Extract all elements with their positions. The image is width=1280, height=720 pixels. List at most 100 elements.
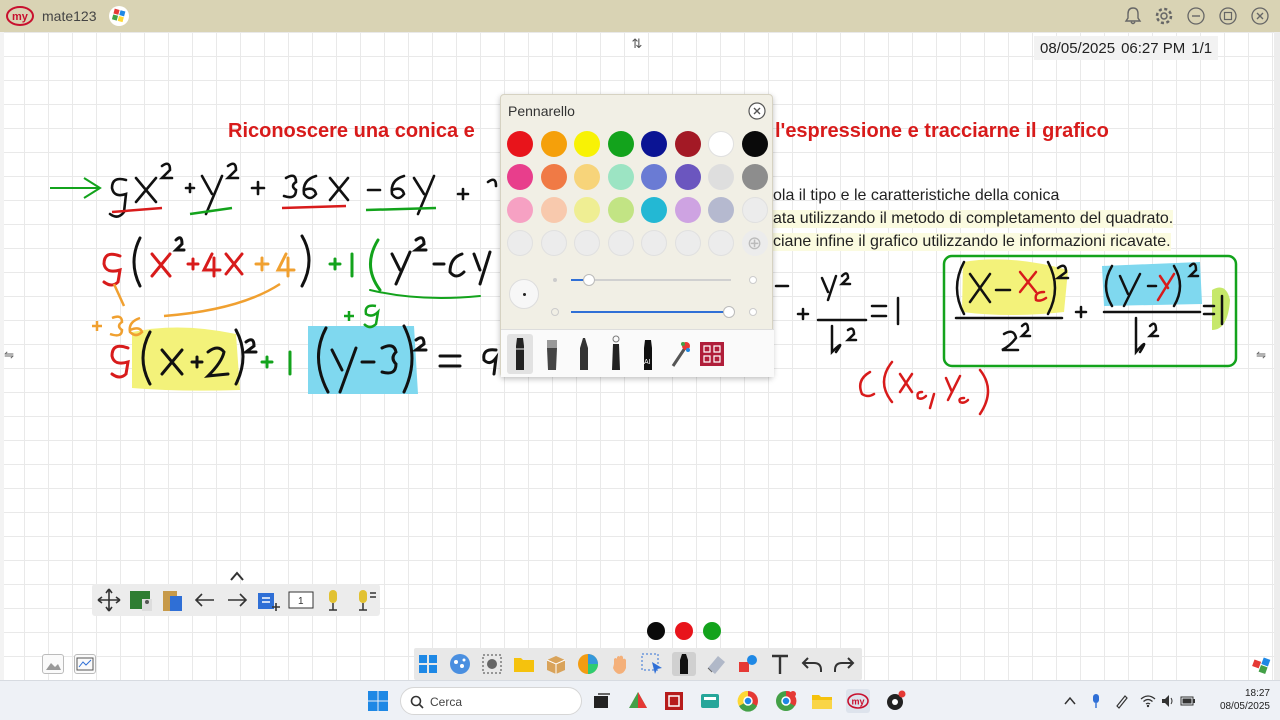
presentation-app-icon[interactable]: [662, 689, 686, 713]
windows-menu-icon[interactable]: [416, 652, 440, 676]
fine-pen-icon[interactable]: [571, 334, 597, 374]
os-taskbar: Cerca my 18:27 08/05/2025: [0, 680, 1280, 720]
start-icon[interactable]: [366, 689, 390, 713]
swatch-light-gray[interactable]: [708, 164, 734, 190]
add-page-icon[interactable]: [256, 587, 282, 613]
app-colorful-icon[interactable]: [626, 689, 650, 713]
swatch-lime[interactable]: [607, 197, 634, 223]
move-icon[interactable]: [96, 587, 122, 613]
shapes-icon[interactable]: [736, 652, 760, 676]
floating-toolbar: 1: [92, 584, 380, 616]
battery-icon[interactable]: [1180, 693, 1196, 709]
opacity-slider-handle[interactable]: [723, 306, 735, 318]
color-wheel-icon[interactable]: [576, 652, 600, 676]
pattern-pen-icon[interactable]: [699, 334, 725, 374]
swatch-crimson[interactable]: [674, 131, 701, 157]
swatch-row-1: [507, 131, 771, 157]
swatch-red[interactable]: [507, 131, 533, 157]
microphone-tray-icon[interactable]: [1088, 693, 1104, 709]
swatch-coral[interactable]: [540, 164, 567, 190]
clipboard-icon[interactable]: [160, 587, 186, 613]
marker-pen-icon[interactable]: [507, 334, 533, 374]
swatch-pink[interactable]: [507, 164, 533, 190]
chrome-profile-icon[interactable]: [774, 689, 798, 713]
swatch-lavender[interactable]: [674, 197, 701, 223]
thickness-slider[interactable]: [547, 273, 761, 287]
swatch-light-pink[interactable]: [507, 197, 533, 223]
add-color-icon[interactable]: ⊕: [741, 230, 768, 256]
globe-icon[interactable]: [448, 652, 472, 676]
custom-swatch-slot[interactable]: [708, 230, 734, 256]
search-box[interactable]: Cerca: [400, 687, 582, 715]
thickness-slider-handle[interactable]: [583, 274, 595, 286]
quick-color-black[interactable]: [647, 622, 665, 640]
ai-pen-icon[interactable]: AI: [635, 334, 661, 374]
swatch-light-yellow[interactable]: [574, 164, 600, 190]
arrow-right-icon[interactable]: [224, 587, 250, 613]
custom-swatch-slot[interactable]: [641, 230, 667, 256]
swatch-white[interactable]: [708, 131, 734, 157]
text-icon[interactable]: [768, 652, 792, 676]
system-clock[interactable]: 18:27 08/05/2025: [1200, 687, 1270, 713]
background-image-icon[interactable]: [42, 654, 64, 674]
folder-icon[interactable]: [512, 652, 536, 676]
opacity-slider[interactable]: [547, 305, 761, 319]
recorder-icon[interactable]: [884, 689, 908, 713]
swatch-orange[interactable]: [540, 131, 567, 157]
swatch-pale-yellow[interactable]: [574, 197, 600, 223]
chevron-up-tray-icon[interactable]: [1062, 693, 1078, 709]
chrome-icon[interactable]: [736, 689, 760, 713]
close-panel-icon[interactable]: [748, 102, 766, 120]
swatch-gray[interactable]: [741, 164, 768, 190]
swatch-green[interactable]: [607, 131, 634, 157]
clock-date: 08/05/2025: [1219, 701, 1270, 712]
brush-pen-icon[interactable]: [539, 334, 565, 374]
right-expand-icon[interactable]: ⇋: [1256, 348, 1266, 362]
screen-capture-icon[interactable]: [74, 654, 96, 674]
custom-swatch-slot[interactable]: [574, 230, 600, 256]
swatch-cyan[interactable]: [641, 197, 667, 223]
swatch-slate[interactable]: [708, 197, 734, 223]
undo-icon[interactable]: [800, 652, 824, 676]
swatch-yellow[interactable]: [574, 131, 600, 157]
hand-icon[interactable]: [608, 652, 632, 676]
swatch-empty[interactable]: [741, 197, 768, 223]
page-number-icon[interactable]: 1: [288, 587, 314, 613]
custom-swatch-slot[interactable]: [674, 230, 701, 256]
swatch-navy[interactable]: [641, 131, 667, 157]
swatch-mint[interactable]: [607, 164, 634, 190]
custom-swatch-slot[interactable]: [540, 230, 567, 256]
swatch-periwinkle[interactable]: [641, 164, 667, 190]
eraser-icon[interactable]: [704, 652, 728, 676]
wifi-icon[interactable]: [1140, 693, 1156, 709]
task-view-icon[interactable]: [590, 689, 614, 713]
quick-color-red[interactable]: [675, 622, 693, 640]
arrow-left-icon[interactable]: [192, 587, 218, 613]
selection-icon[interactable]: [640, 652, 664, 676]
glitter-pen-icon[interactable]: [603, 334, 629, 374]
volume-icon[interactable]: [1160, 693, 1176, 709]
redo-icon[interactable]: [832, 652, 856, 676]
camera-icon[interactable]: [480, 652, 504, 676]
bottom-toolbar: [414, 648, 862, 680]
pen-settings-panel: Pennarello ⊕ AI: [500, 94, 774, 377]
magic-pen-icon[interactable]: [667, 334, 693, 374]
board-image-icon[interactable]: [128, 587, 154, 613]
custom-swatch-slot[interactable]: [607, 230, 634, 256]
pen-tool-icon[interactable]: [672, 652, 696, 676]
file-explorer-icon[interactable]: [810, 689, 834, 713]
box-icon[interactable]: [544, 652, 568, 676]
chevron-up-icon[interactable]: [228, 570, 246, 582]
swatch-black[interactable]: [741, 131, 768, 157]
microphone-icon[interactable]: [320, 587, 346, 613]
custom-swatch-slot[interactable]: [507, 230, 533, 256]
swatch-peach[interactable]: [540, 197, 567, 223]
calculator-icon[interactable]: [698, 689, 722, 713]
pen-tray-icon[interactable]: [1114, 693, 1130, 709]
quick-color-green[interactable]: [703, 622, 721, 640]
app-cube-corner-icon[interactable]: [1250, 654, 1272, 676]
swatch-purple[interactable]: [674, 164, 701, 190]
left-expand-icon[interactable]: ⇋: [4, 348, 14, 362]
mate-app-icon[interactable]: my: [846, 689, 870, 713]
dictation-icon[interactable]: [352, 587, 378, 613]
